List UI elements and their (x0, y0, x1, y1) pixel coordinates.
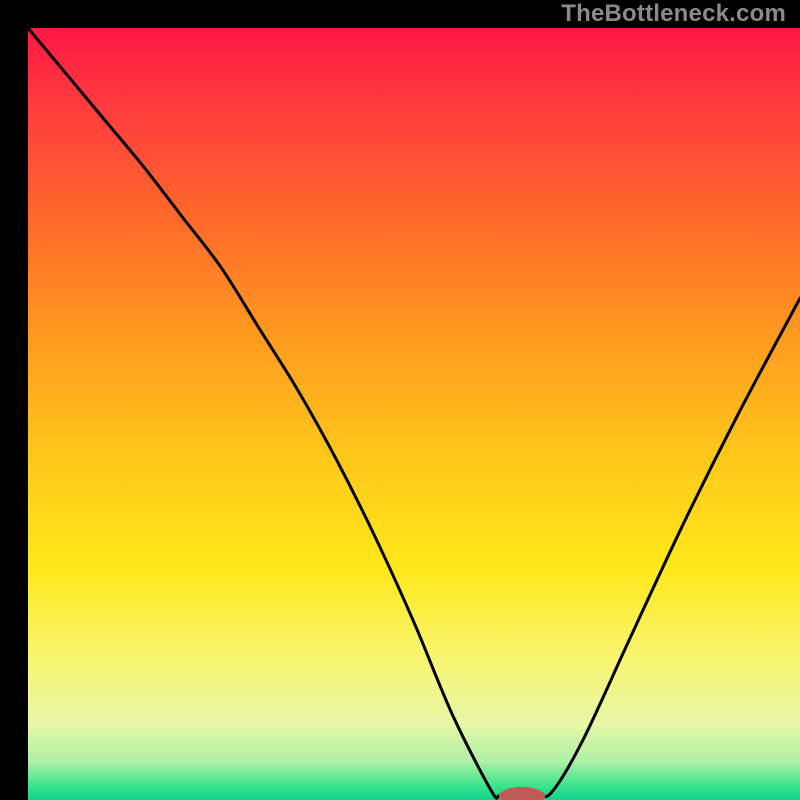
gradient-background (28, 28, 800, 800)
chart-frame (14, 14, 786, 786)
bottleneck-chart (28, 28, 800, 800)
watermark-text: TheBottleneck.com (561, 0, 786, 28)
